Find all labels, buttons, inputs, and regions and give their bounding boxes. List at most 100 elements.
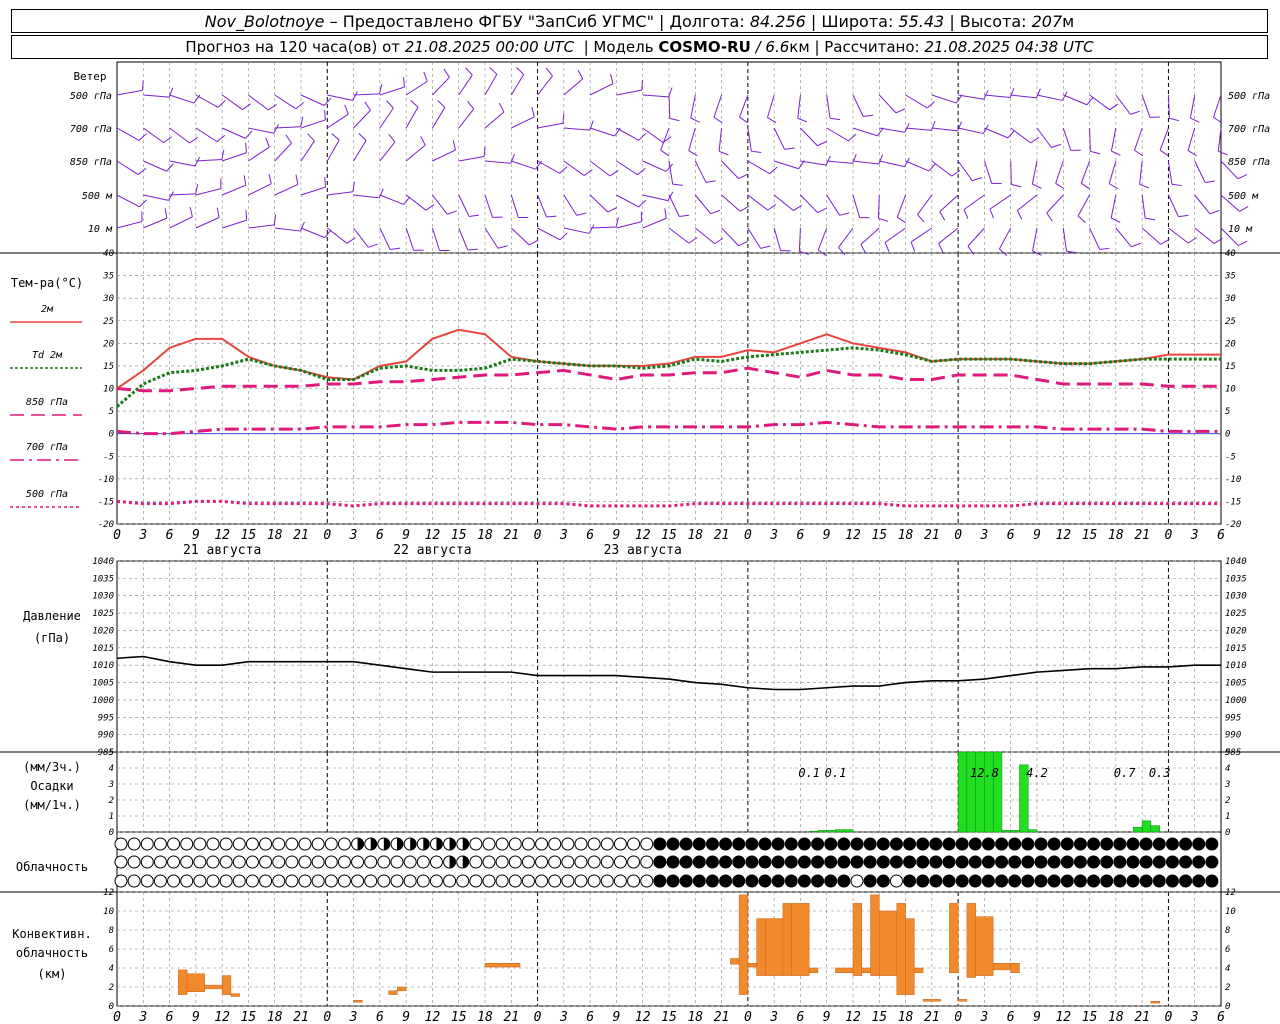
conv-x-tick: 0 bbox=[113, 1010, 121, 1024]
wind-barb bbox=[353, 140, 367, 162]
conv-bar bbox=[870, 894, 880, 976]
cloud-symbol-fill bbox=[798, 856, 811, 868]
wind-barb bbox=[431, 227, 440, 251]
wind-barb-feather bbox=[577, 69, 584, 80]
legend-label: Td 2м bbox=[32, 350, 63, 361]
cloud-symbol-fill bbox=[890, 838, 903, 850]
cloud-symbol-fill bbox=[1166, 875, 1179, 887]
cloud-symbol-fill bbox=[706, 838, 719, 850]
legend-label: 500 гПа bbox=[26, 489, 68, 500]
cloud-symbol-fill bbox=[1166, 838, 1179, 850]
precip-unit-1h: (мм/1ч.) bbox=[23, 798, 81, 812]
conv-tick-left: 10 bbox=[103, 907, 114, 917]
wind-barb bbox=[1031, 160, 1038, 185]
temp-tick-right: 25 bbox=[1225, 317, 1236, 327]
cloud-symbol bbox=[600, 874, 614, 888]
wind-barb bbox=[747, 194, 769, 211]
wind-barb-feather bbox=[265, 137, 270, 148]
wind-barb-feather bbox=[189, 136, 199, 144]
wind-barb bbox=[1141, 94, 1151, 118]
wind-barb bbox=[852, 194, 861, 218]
temp-x-tick: 9 bbox=[823, 528, 831, 543]
precip-title: Осадки bbox=[30, 779, 73, 793]
wind-barb bbox=[589, 194, 609, 213]
wind-barb bbox=[798, 227, 801, 252]
wind-barb bbox=[274, 142, 292, 162]
wind-barb bbox=[721, 160, 740, 179]
wind-barb-feather bbox=[1130, 110, 1141, 115]
wind-barb bbox=[642, 194, 669, 202]
wind-barb bbox=[694, 160, 707, 183]
wind-barb bbox=[1063, 94, 1088, 106]
wind-barb bbox=[998, 227, 1012, 250]
cloud-symbol bbox=[640, 837, 654, 851]
temp-tick-right: 5 bbox=[1225, 407, 1230, 417]
cloud-symbol-fill bbox=[653, 856, 666, 868]
wind-barb bbox=[852, 160, 879, 165]
wind-barb-feather bbox=[331, 133, 340, 141]
cloud-symbol-fill bbox=[995, 856, 1008, 868]
conv-x-tick: 9 bbox=[1033, 1010, 1041, 1024]
temp-x-tick: 3 bbox=[980, 528, 989, 543]
precip-bar bbox=[826, 830, 836, 833]
wind-barb bbox=[1194, 194, 1211, 215]
temp-tick-left: 5 bbox=[109, 407, 114, 417]
cloud-symbol bbox=[153, 874, 167, 888]
cloud-symbol-half bbox=[357, 838, 364, 850]
cloud-symbol-fill bbox=[1021, 875, 1034, 887]
cloud-symbol-fill bbox=[719, 875, 732, 887]
wind-barb bbox=[878, 94, 897, 114]
cloud-symbol-fill bbox=[1113, 875, 1126, 887]
conv-tick-left: 12 bbox=[103, 888, 114, 898]
wind-barb-feather bbox=[268, 173, 272, 184]
wind-barb-feather bbox=[1218, 150, 1228, 156]
wind-barb-feather bbox=[738, 240, 748, 247]
wind-barb-feather bbox=[963, 209, 969, 219]
cloud-symbol-fill bbox=[653, 875, 666, 887]
cloud-symbol bbox=[272, 855, 286, 869]
conv-x-tick: 18 bbox=[1108, 1010, 1124, 1024]
conv-bar bbox=[861, 967, 871, 973]
temp-tick-right: 15 bbox=[1225, 362, 1236, 372]
wind-barb-feather bbox=[469, 214, 480, 217]
cloud-symbol-half bbox=[423, 838, 430, 850]
conv-x-tick: 6 bbox=[166, 1010, 174, 1024]
legend-label: 2м bbox=[41, 304, 54, 315]
cloud-symbol bbox=[114, 874, 128, 888]
wind-barb bbox=[1089, 227, 1101, 250]
wind-barb bbox=[379, 194, 404, 205]
wind-barb-feather bbox=[838, 247, 846, 256]
wind-barb bbox=[905, 94, 928, 109]
cloud-symbol bbox=[377, 874, 391, 888]
pressure-tick-left: 1010 bbox=[92, 661, 114, 671]
wind-barb bbox=[195, 188, 222, 196]
wind-barb-feather bbox=[797, 117, 808, 123]
wind-barb-feather bbox=[562, 113, 565, 124]
cloud-symbol bbox=[561, 855, 575, 869]
cloud-symbol bbox=[561, 874, 575, 888]
cloud-symbol bbox=[127, 855, 141, 869]
wind-barb-feather bbox=[817, 141, 827, 147]
conv-bar bbox=[852, 903, 863, 976]
wind-barb bbox=[221, 127, 246, 139]
wind-barb-feather bbox=[705, 180, 716, 183]
conv-x-tick: 6 bbox=[1217, 1010, 1225, 1024]
cloud-symbol bbox=[245, 874, 259, 888]
cloud-symbol-fill bbox=[1140, 838, 1153, 850]
wind-barb bbox=[589, 127, 615, 137]
cloud-symbol bbox=[337, 837, 351, 851]
cloud-symbol bbox=[443, 874, 457, 888]
cloud-symbol-fill bbox=[811, 856, 824, 868]
temp-x-tick: 0 bbox=[534, 528, 542, 543]
cloud-symbol-fill bbox=[1048, 875, 1061, 887]
wind-barb bbox=[931, 94, 957, 104]
wind-barb bbox=[563, 227, 590, 234]
wind-barb bbox=[642, 217, 667, 229]
wind-barb bbox=[1167, 160, 1173, 185]
cloud-symbol-fill bbox=[745, 875, 758, 887]
cloud-symbol-half bbox=[462, 838, 469, 850]
wind-barb-feather bbox=[324, 229, 332, 238]
wind-barb bbox=[143, 217, 168, 229]
wind-barb-feather bbox=[1160, 238, 1170, 245]
conv-x-tick: 18 bbox=[687, 1010, 703, 1024]
